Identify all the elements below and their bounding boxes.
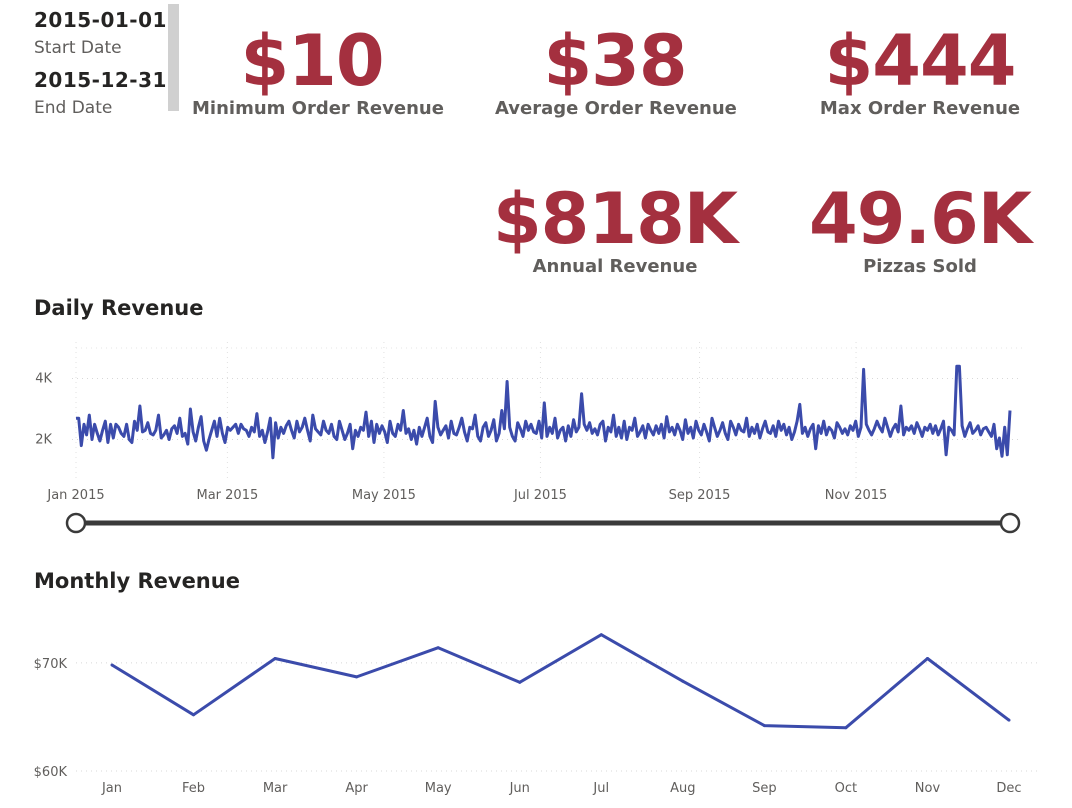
monthly-x-tick: May [425,781,452,796]
slider-start-handle[interactable] [65,512,87,534]
daily-x-tick: May 2015 [352,488,416,503]
monthly-point[interactable] [355,675,359,679]
kpi-min-order: $10 Minimum Order Revenue [192,20,444,119]
monthly-point[interactable] [844,726,848,730]
monthly-revenue-title: Monthly Revenue [34,569,240,593]
kpi-max-order: $444 Max Order Revenue [800,26,1040,119]
monthly-x-tick: Feb [182,781,205,796]
kpi-avg-order-value: $38 [543,20,687,102]
monthly-point[interactable] [110,663,114,667]
monthly-point[interactable] [681,679,685,683]
daily-y-tick: 4K [35,372,52,387]
monthly-revenue-chart[interactable]: $60K $70K Jan Feb Mar Apr May Jun Jul Aug Sep Oct No… [0,598,1072,808]
kpi-avg-order: $38 Average Order Revenue [495,20,737,119]
kpi-pizzas-sold-value: 49.6K [809,178,1032,260]
monthly-x-tick: Dec [996,781,1021,796]
monthly-point[interactable] [192,713,196,717]
daily-revenue-title: Daily Revenue [34,296,204,320]
monthly-point[interactable] [436,646,440,650]
monthly-x-tick: Jul [592,781,609,796]
kpi-avg-order-label: Average Order Revenue [495,98,737,119]
daily-x-tick: Nov 2015 [825,488,888,503]
date-filter: 2015-01-01 Start Date 2015-12-31 End Dat… [34,8,167,118]
monthly-x-tick: Jan [101,781,122,796]
monthly-x-tick: Jun [509,781,530,796]
monthly-y-tick: $60K [34,765,68,780]
kpi-annual-revenue: $818K Annual Revenue [480,184,750,277]
kpi-pizzas-sold: 49.6K Pizzas Sold [795,184,1045,277]
monthly-point[interactable] [762,724,766,728]
monthly-x-tick: Aug [670,781,695,796]
monthly-point[interactable] [518,680,522,684]
daily-revenue-chart[interactable]: 2K 4K Jan 2015 Mar 2015 May 2015 Jul 2015 Sep … [0,330,1072,580]
daily-x-tick: Sep 2015 [669,488,731,503]
monthly-point[interactable] [925,657,929,661]
monthly-point[interactable] [599,633,603,637]
kpi-max-order-label: Max Order Revenue [819,98,1021,119]
end-date-label: End Date [34,98,113,118]
kpi-min-order-label: Minimum Order Revenue [192,98,444,119]
kpi-annual-revenue-value: $818K [492,178,738,260]
kpi-min-order-value: $10 [240,20,384,102]
daily-x-tick: Jan 2015 [46,488,104,503]
daily-x-tick: Jul 2015 [513,488,567,503]
filter-divider [168,4,179,111]
monthly-y-tick: $70K [34,657,68,672]
monthly-x-tick: Oct [835,781,857,796]
start-date-value[interactable]: 2015-01-01 [34,8,167,32]
monthly-x-tick: Sep [752,781,777,796]
monthly-x-tick: Apr [345,781,368,796]
start-date-label: Start Date [34,38,122,58]
kpi-max-order-value: $444 [824,20,1017,102]
monthly-x-tick: Mar [263,781,288,796]
slider-end-handle[interactable] [999,512,1021,534]
daily-revenue-line[interactable] [76,364,1012,460]
daily-y-tick: 2K [35,433,52,448]
monthly-point[interactable] [273,657,277,661]
monthly-point[interactable] [1007,718,1011,722]
monthly-revenue-line[interactable] [111,633,1010,730]
daily-x-tick: Mar 2015 [197,488,259,503]
monthly-x-tick: Nov [915,781,941,796]
end-date-value[interactable]: 2015-12-31 [34,68,167,92]
